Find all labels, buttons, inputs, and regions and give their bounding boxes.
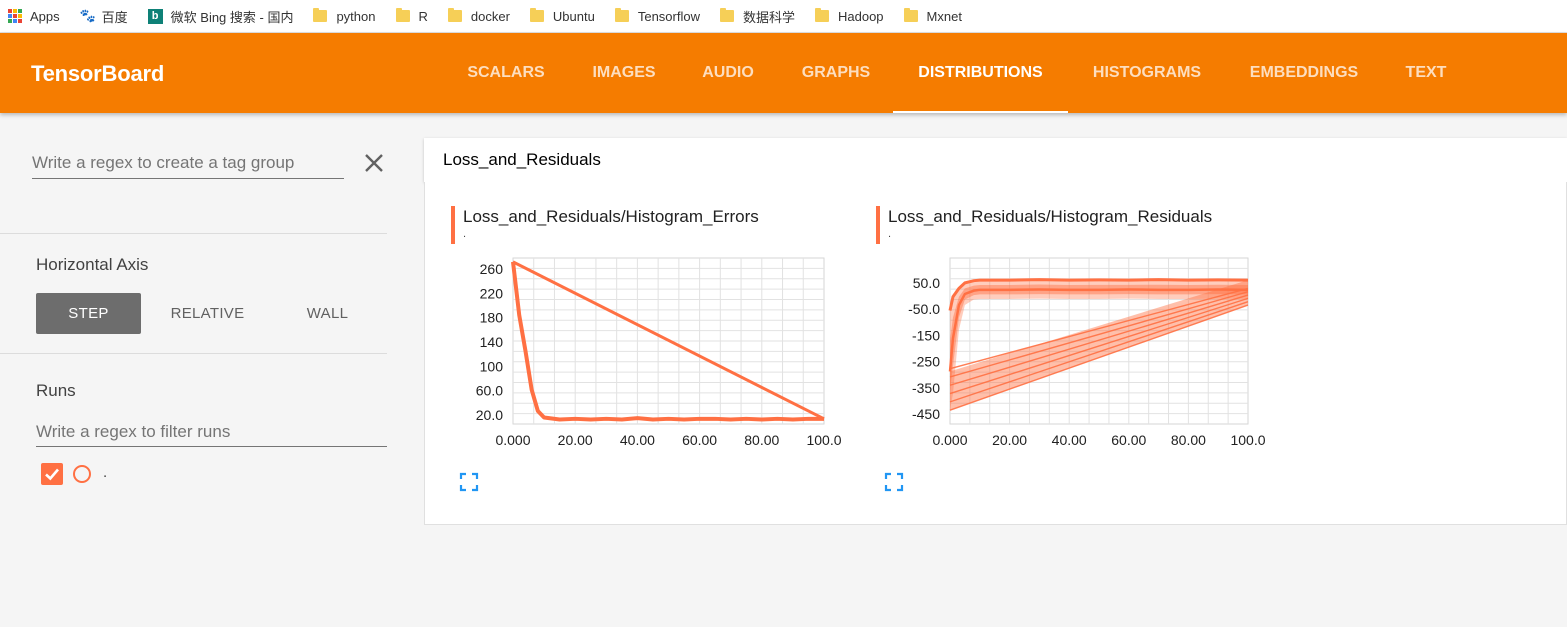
axis-wall-button[interactable]: WALL <box>275 293 380 334</box>
bookmarks-bar: Apps 🐾 百度 b 微软 Bing 搜索 - 国内 python Rdocker Ubun… <box>0 0 1567 33</box>
bookmark-item[interactable]: Hadoop <box>815 8 884 24</box>
close-icon[interactable] <box>362 151 386 175</box>
x-tick-label: 0.000 <box>932 432 967 448</box>
chart-cards-area: Loss_and_Residuals/Histogram_Errors . 26… <box>424 182 1567 525</box>
apps-grid-icon <box>8 9 22 23</box>
folder-icon <box>529 8 544 22</box>
y-tick-label: 100 <box>480 358 504 374</box>
bookmark-item[interactable]: Mxnet <box>903 8 962 24</box>
tag-group-regex-input[interactable]: Write a regex to create a tag group <box>32 151 344 179</box>
wraparound-line <box>512 260 825 421</box>
tab-graphs[interactable]: GRAPHS <box>783 33 889 113</box>
bookmark-label: Ubuntu <box>552 8 595 24</box>
run-label: . <box>103 464 108 481</box>
wraparound-line <box>949 304 1249 411</box>
y-tick-label: 20.0 <box>476 407 503 423</box>
bookmark-label: docker <box>470 8 510 24</box>
run-color-circle[interactable] <box>73 465 91 483</box>
expand-icon[interactable] <box>884 472 904 492</box>
tab-text[interactable]: TEXT <box>1391 33 1461 113</box>
checkmark-icon <box>45 468 59 481</box>
x-tick-label: 60.00 <box>682 432 717 448</box>
folder-icon <box>313 8 328 22</box>
wraparound-line <box>949 297 1249 395</box>
y-tick-label: -450 <box>912 406 940 422</box>
bookmark-label: python <box>336 8 376 24</box>
axis-relative-button[interactable]: RELATIVE <box>155 293 260 334</box>
tab-distributions[interactable]: DISTRIBUTIONS <box>893 33 1068 113</box>
x-tick-label: 40.00 <box>620 432 655 448</box>
x-tick-label: 0.000 <box>495 432 530 448</box>
sidebar-divider <box>0 233 387 234</box>
folder-icon <box>395 8 410 22</box>
bookmark-label: Tensorflow <box>637 8 700 24</box>
x-tick-label: 80.00 <box>1171 432 1206 448</box>
app-header: TensorBoard SCALARS IMAGES AUDIO GRAPHS … <box>0 33 1567 113</box>
x-tick-label: 100.0 <box>806 432 841 448</box>
bookmark-item[interactable]: 数据科学 <box>719 7 795 26</box>
sidebar: Write a regex to create a tag group Hori… <box>0 113 387 627</box>
expand-icon[interactable] <box>459 472 479 492</box>
bookmark-item[interactable]: b 微软 Bing 搜索 - 国内 <box>147 7 294 26</box>
chart-card-residuals: Loss_and_Residuals/Histogram_Residuals .… <box>876 182 1286 512</box>
bookmark-item[interactable]: R <box>395 8 428 24</box>
tab-histograms[interactable]: HISTOGRAMS <box>1073 33 1221 113</box>
folder-icon <box>815 8 829 22</box>
x-tick-label: 80.00 <box>744 432 779 448</box>
runs-title: Runs <box>36 381 76 400</box>
horizontal-axis-title: Horizontal Axis <box>36 255 149 274</box>
bookmark-item[interactable]: docker <box>447 8 510 24</box>
bookmark-label: Apps <box>30 8 60 24</box>
folder-icon <box>719 8 734 22</box>
bookmark-label: R <box>418 8 428 24</box>
y-tick-label: -250 <box>912 354 940 370</box>
folder-icon <box>447 8 462 22</box>
y-tick-label: 180 <box>480 310 504 326</box>
bookmark-label: 百度 <box>101 9 128 25</box>
y-tick-label: -50.0 <box>908 301 940 317</box>
bookmark-label: 微软 Bing 搜索 - 国内 <box>170 9 294 25</box>
bing-icon: b <box>147 8 163 24</box>
x-tick-label: 20.00 <box>558 432 593 448</box>
chart-card-errors: Loss_and_Residuals/Histogram_Errors . 26… <box>451 182 861 512</box>
tag-group-header[interactable]: Loss_and_Residuals <box>424 138 1567 182</box>
x-tick-label: 60.00 <box>1111 432 1146 448</box>
distribution-chart-errors[interactable]: 260 220 180 140 100 60.0 20.0 0.000 20.00 40.00 60… <box>451 182 861 512</box>
x-tick-label: 100.0 <box>1230 432 1265 448</box>
y-tick-label: 260 <box>480 261 504 277</box>
folder-icon <box>614 8 629 22</box>
bookmark-label: Mxnet <box>926 8 962 24</box>
axis-step-button[interactable]: STEP <box>36 293 141 334</box>
tab-embeddings[interactable]: EMBEDDINGS <box>1229 33 1379 113</box>
runs-regex-input[interactable]: Write a regex to filter runs <box>36 419 387 447</box>
tag-group-title: Loss_and_Residuals <box>443 150 601 169</box>
bookmark-item[interactable]: Tensorflow <box>614 8 700 24</box>
bookmark-label: Hadoop <box>838 8 884 24</box>
y-tick-label: 140 <box>480 334 504 350</box>
bookmark-label: 数据科学 <box>742 9 795 25</box>
y-tick-label: 60.0 <box>476 383 503 399</box>
bookmark-item[interactable]: Apps <box>8 9 60 24</box>
sidebar-divider <box>0 353 387 354</box>
tab-scalars[interactable]: SCALARS <box>447 33 565 113</box>
app-title: TensorBoard <box>31 61 165 86</box>
bookmark-item[interactable]: Ubuntu <box>529 8 595 24</box>
wraparound-line <box>949 291 1249 378</box>
y-tick-label: 50.0 <box>913 275 940 291</box>
x-tick-label: 40.00 <box>1052 432 1087 448</box>
bookmark-item[interactable]: python <box>313 8 376 24</box>
tab-audio[interactable]: AUDIO <box>683 33 773 113</box>
run-checkbox[interactable] <box>41 463 63 485</box>
y-tick-label: -350 <box>912 380 940 396</box>
y-tick-label: -150 <box>912 327 940 343</box>
distribution-chart-residuals[interactable]: 50.0 -50.0 -150 -250 -350 -450 0.000 20.00 40.00… <box>876 182 1286 512</box>
folder-icon <box>903 8 918 22</box>
baidu-icon: 🐾 <box>79 8 96 23</box>
y-tick-label: 220 <box>480 285 504 301</box>
tab-images[interactable]: IMAGES <box>575 33 673 113</box>
bookmark-item[interactable]: 🐾 百度 <box>80 7 128 26</box>
x-tick-label: 20.00 <box>992 432 1027 448</box>
